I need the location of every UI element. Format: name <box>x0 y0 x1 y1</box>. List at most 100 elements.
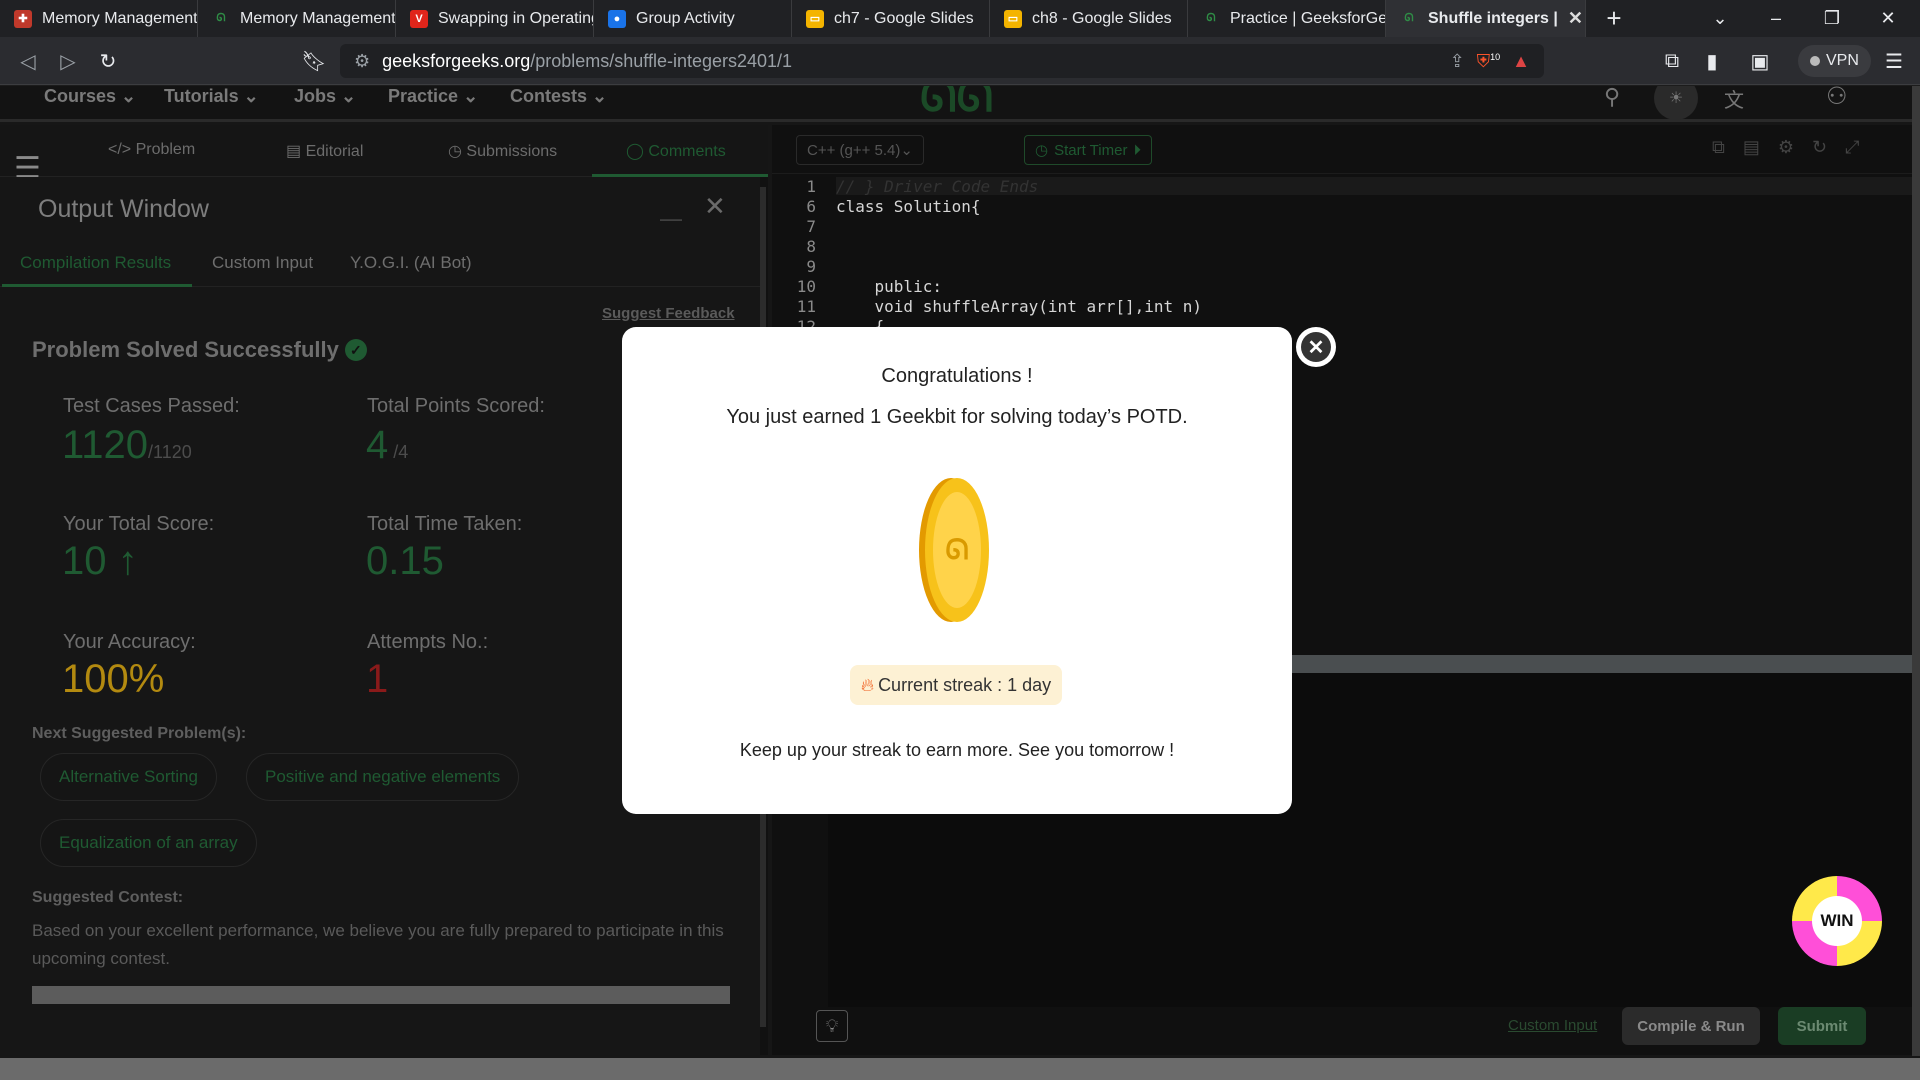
close-tab-icon[interactable]: ✕ <box>1568 8 1583 29</box>
browser-tab[interactable]: V Swapping in Operating <box>396 0 594 37</box>
profile-icon[interactable]: ⚇ <box>1826 86 1848 111</box>
language-select[interactable]: C++ (g++ 5.4) ⌄ <box>796 135 924 165</box>
modal-footer-text: Keep up your streak to earn more. See yo… <box>739 740 1175 760</box>
slides-icon: ▭ <box>806 9 824 28</box>
line-numbers: 1 6 7 8 9 10 11 12 <box>796 177 816 336</box>
browser-tab[interactable]: ▭ ch7 - Google Slides <box>792 0 990 37</box>
gfg-logo[interactable]: ᘏᘏ <box>920 86 993 122</box>
tab-submissions[interactable]: ◷ Submissions <box>448 141 557 161</box>
compile-run-button[interactable]: Compile & Run <box>1622 1007 1760 1045</box>
submit-button[interactable]: Submit <box>1778 1007 1866 1045</box>
points-value: 4 /4 <box>366 423 409 467</box>
nav-jobs[interactable]: Jobs ⌄ <box>294 86 356 107</box>
tab-comments[interactable]: ◯ Comments <box>626 141 726 161</box>
site-settings-icon[interactable]: ⚙ <box>354 51 370 72</box>
settings-icon[interactable]: ⚙ <box>1778 137 1794 158</box>
menu-icon[interactable]: ☰ <box>1876 37 1912 85</box>
extensions-icon[interactable]: ⧉ <box>1654 37 1690 85</box>
fire-icon: 🔥︎ <box>860 674 875 695</box>
browser-tab[interactable]: ▭ ch8 - Google Slides <box>990 0 1188 37</box>
url-domain: geeksforgeeks.org <box>382 50 531 71</box>
status-text: Problem Solved Successfully <box>32 337 339 362</box>
file-icon[interactable]: ▤ <box>1743 137 1760 158</box>
tab-problem[interactable]: </> Problem <box>108 141 195 159</box>
browser-tab[interactable]: ✚ Memory Management <box>0 0 198 37</box>
url-bar[interactable]: ⚙ geeksforgeeks.org/problems/shuffle-int… <box>340 44 1544 78</box>
modal-message: You just earned 1 Geekbit for solving to… <box>726 406 1188 428</box>
nav-courses[interactable]: Courses ⌄ <box>44 86 136 107</box>
win-spin-badge[interactable]: WIN <box>1792 876 1882 966</box>
sidebar-icon[interactable]: ▮ <box>1694 37 1730 85</box>
translate-icon[interactable]: 文 <box>1724 86 1744 113</box>
tab-label: ch8 - Google Slides <box>1032 9 1172 27</box>
suggested-problem-chip[interactable]: Alternative Sorting <box>40 753 217 801</box>
tab-label: Shuffle integers | <box>1428 9 1558 27</box>
suggested-contest-text: Based on your excellent performance, we … <box>32 921 724 968</box>
reload-icon[interactable]: ↻ <box>90 37 126 85</box>
code-text[interactable]: // } Driver Code Ends class Solution{ pu… <box>836 177 1202 337</box>
score-value: 10 ↑ <box>62 539 138 583</box>
tab-search-chevron-icon[interactable]: ⌄ <box>1692 0 1748 37</box>
tab-custom-input[interactable]: Custom Input <box>212 253 313 273</box>
fullscreen-icon[interactable]: ⤢ <box>1845 137 1859 158</box>
next-suggested-label: Next Suggested Problem(s): <box>32 725 247 742</box>
brave-shield-icon[interactable]: ⛨10 <box>1477 51 1501 72</box>
new-tab-button[interactable]: + <box>1586 0 1642 37</box>
score-label: Your Total Score: <box>63 513 215 535</box>
close-modal-button[interactable]: ✕ <box>1296 327 1336 367</box>
search-icon[interactable]: ⚲ <box>1604 86 1620 110</box>
reset-icon[interactable]: ↻ <box>1812 137 1827 158</box>
tab-compilation-results[interactable]: Compilation Results <box>20 253 171 273</box>
tab-label: Practice | GeeksforGee <box>1230 9 1386 27</box>
tab-label: Memory Management <box>240 9 396 27</box>
nav-practice[interactable]: Practice ⌄ <box>388 86 478 107</box>
page-scrollbar[interactable] <box>1912 86 1920 1056</box>
hint-bulb-icon[interactable]: 💡︎ <box>816 1010 848 1042</box>
active-output-tab-indicator <box>2 284 192 287</box>
time-value: 0.15 <box>366 539 444 583</box>
nav-tutorials[interactable]: Tutorials ⌄ <box>164 86 259 107</box>
suggest-feedback-link[interactable]: Suggest Feedback <box>602 305 735 322</box>
close-window-button[interactable]: ✕ <box>1860 0 1916 37</box>
custom-input-link[interactable]: Custom Input <box>1508 1017 1597 1034</box>
output-window-title: Output Window <box>38 195 209 223</box>
brave-rewards-icon[interactable]: ▲ <box>1512 51 1530 72</box>
minimize-output-icon[interactable]: ＿ <box>660 193 682 225</box>
theme-toggle-icon[interactable]: ☀ <box>1654 86 1698 120</box>
close-output-icon[interactable]: ✕ <box>704 191 726 222</box>
tab-label: ch7 - Google Slides <box>834 9 974 27</box>
browser-tab-active[interactable]: ᘏ Shuffle integers | ✕ <box>1386 0 1586 37</box>
start-timer-button[interactable]: ◷ Start Timer ⏵ <box>1024 135 1152 165</box>
browser-tab-strip: ✚ Memory Management ᘏ Memory Management … <box>0 0 1920 37</box>
bookmark-icon[interactable]: 🔖︎ <box>296 37 332 85</box>
arrow-up-icon: ↑ <box>106 539 138 583</box>
tab-editorial[interactable]: ▤ Editorial <box>286 141 363 161</box>
accuracy-value: 100% <box>62 657 165 701</box>
forward-icon[interactable]: ▷ <box>50 37 86 85</box>
browser-tab[interactable]: ᘏ Memory Management <box>198 0 396 37</box>
slides-icon: ▭ <box>1004 9 1022 28</box>
check-circle-icon: ✓ <box>344 339 367 361</box>
browser-tab[interactable]: ● Group Activity <box>594 0 792 37</box>
suggested-problem-chip[interactable]: Equalization of an array <box>40 819 257 867</box>
back-icon[interactable]: ◁ <box>10 37 46 85</box>
modal-title: Congratulations ! <box>881 365 1033 387</box>
vpn-button[interactable]: VPN <box>1798 45 1871 77</box>
red-v-icon: V <box>410 9 428 28</box>
minimize-button[interactable]: – <box>1748 0 1804 37</box>
contest-banner[interactable] <box>32 986 730 1004</box>
attempts-label: Attempts No.: <box>367 631 489 653</box>
wallet-icon[interactable]: ▣ <box>1742 37 1778 85</box>
browser-tab[interactable]: ᘏ Practice | GeeksforGee <box>1188 0 1386 37</box>
copy-icon[interactable]: ⧉ <box>1712 137 1725 158</box>
suggested-problem-chip[interactable]: Positive and negative elements <box>246 753 520 801</box>
tab-yogi-ai-bot[interactable]: Y.O.G.I. (AI Bot) <box>350 253 472 273</box>
tab-label: Swapping in Operating <box>438 9 594 27</box>
streak-text: Current streak : 1 day <box>878 674 1052 695</box>
streak-badge: 🔥︎ Current streak : 1 day <box>850 665 1062 705</box>
gfg-icon: ᘏ <box>1206 12 1216 24</box>
nav-contests[interactable]: Contests ⌄ <box>510 86 607 107</box>
address-toolbar: ◁ ▷ ↻ 🔖︎ ⚙ geeksforgeeks.org/problems/sh… <box>0 37 1920 85</box>
share-icon[interactable]: ⇪ <box>1450 51 1465 72</box>
maximize-button[interactable]: ❐ <box>1804 0 1860 37</box>
